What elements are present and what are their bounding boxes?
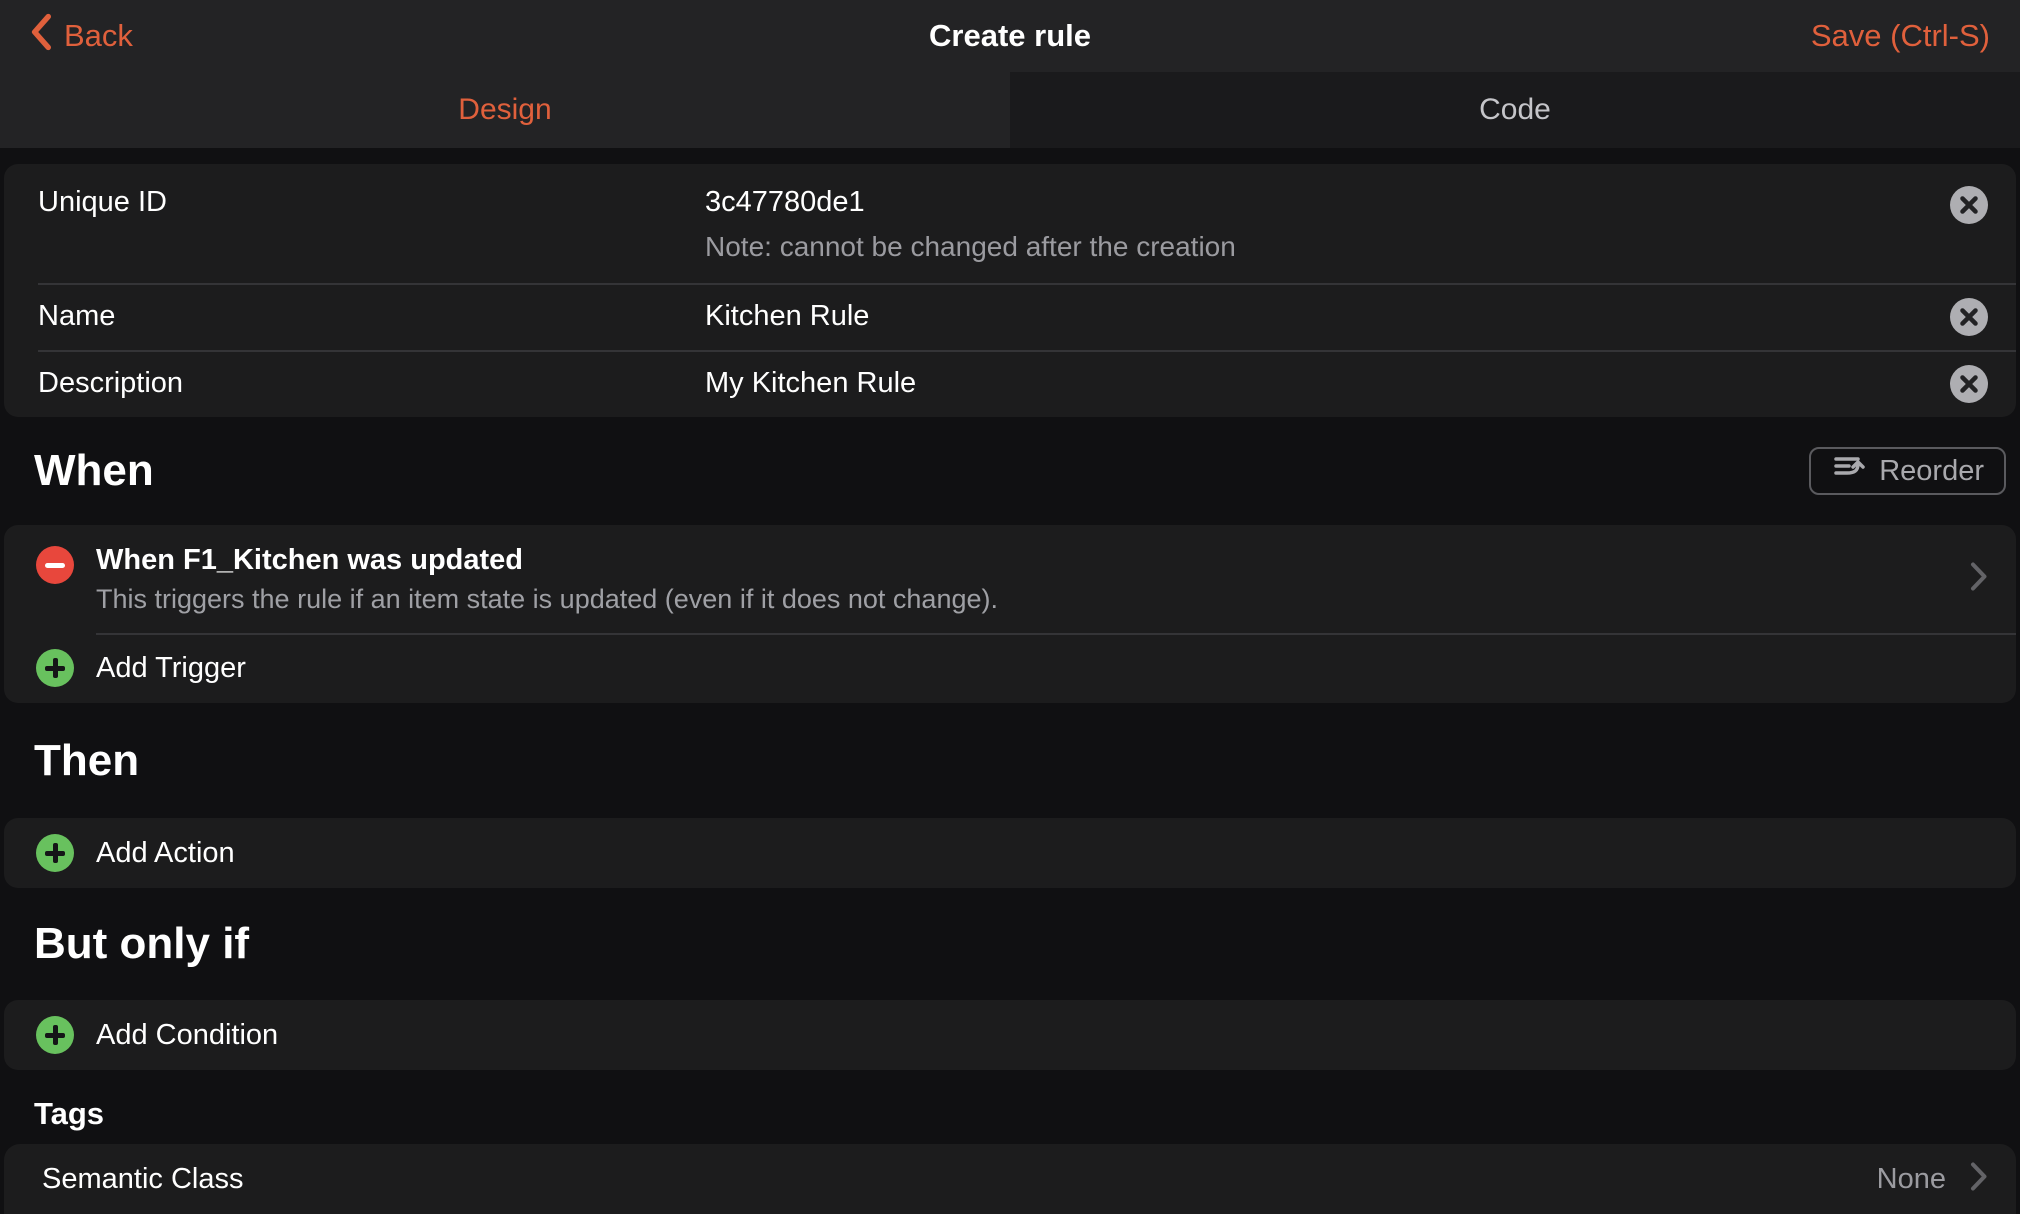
remove-trigger-button[interactable]: [36, 546, 74, 584]
reorder-icon: [1831, 452, 1865, 490]
rule-form-card: Unique ID 3c47780de1 Note: cannot be cha…: [4, 164, 2016, 417]
clear-name-button[interactable]: [1950, 298, 1988, 336]
description-input[interactable]: My Kitchen Rule: [705, 367, 916, 400]
page-title: Create rule: [929, 18, 1091, 54]
add-condition-label: Add Condition: [96, 1019, 278, 1052]
clear-unique-id-button[interactable]: [1950, 186, 1988, 224]
tags-title: Tags: [34, 1096, 104, 1132]
semantic-class-label: Semantic Class: [42, 1163, 1877, 1196]
tags-block-title: Tags: [0, 1070, 2020, 1144]
tab-code[interactable]: Code: [1010, 72, 2020, 148]
semantic-class-row[interactable]: Semantic Class None: [4, 1144, 2016, 1214]
but-only-if-title: But only if: [34, 919, 249, 969]
chevron-left-icon: [30, 12, 52, 60]
reorder-button[interactable]: Reorder: [1809, 447, 2006, 495]
actions-card: Add Action: [4, 818, 2016, 888]
clear-icon: [1950, 365, 1988, 403]
field-row-name: Name Kitchen Rule: [4, 283, 2016, 350]
design-code-tabbar: Design Code: [0, 72, 2020, 148]
add-action-button[interactable]: Add Action: [4, 818, 2016, 888]
field-row-description: Description My Kitchen Rule: [4, 350, 2016, 417]
when-title: When: [34, 446, 154, 496]
chevron-right-icon: [1970, 561, 1988, 598]
add-action-label: Add Action: [96, 837, 235, 870]
description-label: Description: [4, 367, 705, 400]
back-button[interactable]: Back: [30, 12, 133, 60]
unique-id-note: Note: cannot be changed after the creati…: [705, 227, 1236, 267]
clear-icon: [1950, 298, 1988, 336]
section-header-but-only-if: But only if: [0, 888, 2020, 1000]
trigger-subtitle: This triggers the rule if an item state …: [96, 581, 1946, 617]
section-header-then: Then: [0, 703, 2020, 818]
plus-icon: [36, 649, 74, 687]
unique-id-label: Unique ID: [4, 177, 705, 219]
trigger-item[interactable]: When F1_Kitchen was updated This trigger…: [4, 525, 2016, 633]
add-trigger-button[interactable]: Add Trigger: [4, 633, 2016, 703]
clear-icon: [1950, 186, 1988, 224]
name-label: Name: [4, 300, 705, 333]
reorder-label: Reorder: [1879, 455, 1984, 488]
navbar: Back Create rule Save (Ctrl-S): [0, 0, 2020, 72]
back-label: Back: [64, 18, 133, 54]
save-button[interactable]: Save (Ctrl-S): [1811, 18, 1990, 54]
then-title: Then: [34, 736, 139, 786]
trigger-title: When F1_Kitchen was updated: [96, 539, 1946, 581]
add-condition-button[interactable]: Add Condition: [4, 1000, 2016, 1070]
tags-card: Semantic Class None: [4, 1144, 2016, 1214]
plus-icon: [36, 834, 74, 872]
conditions-card: Add Condition: [4, 1000, 2016, 1070]
add-trigger-label: Add Trigger: [96, 652, 246, 685]
semantic-class-value: None: [1877, 1163, 1946, 1196]
chevron-right-icon: [1970, 1161, 1988, 1198]
tab-design[interactable]: Design: [0, 72, 1010, 148]
name-input[interactable]: Kitchen Rule: [705, 300, 869, 333]
unique-id-input[interactable]: 3c47780de1: [705, 177, 1236, 227]
plus-icon: [36, 1016, 74, 1054]
section-header-when: When Reorder: [0, 417, 2020, 525]
triggers-card: When F1_Kitchen was updated This trigger…: [4, 525, 2016, 703]
clear-description-button[interactable]: [1950, 365, 1988, 403]
field-row-unique-id: Unique ID 3c47780de1 Note: cannot be cha…: [4, 164, 2016, 283]
